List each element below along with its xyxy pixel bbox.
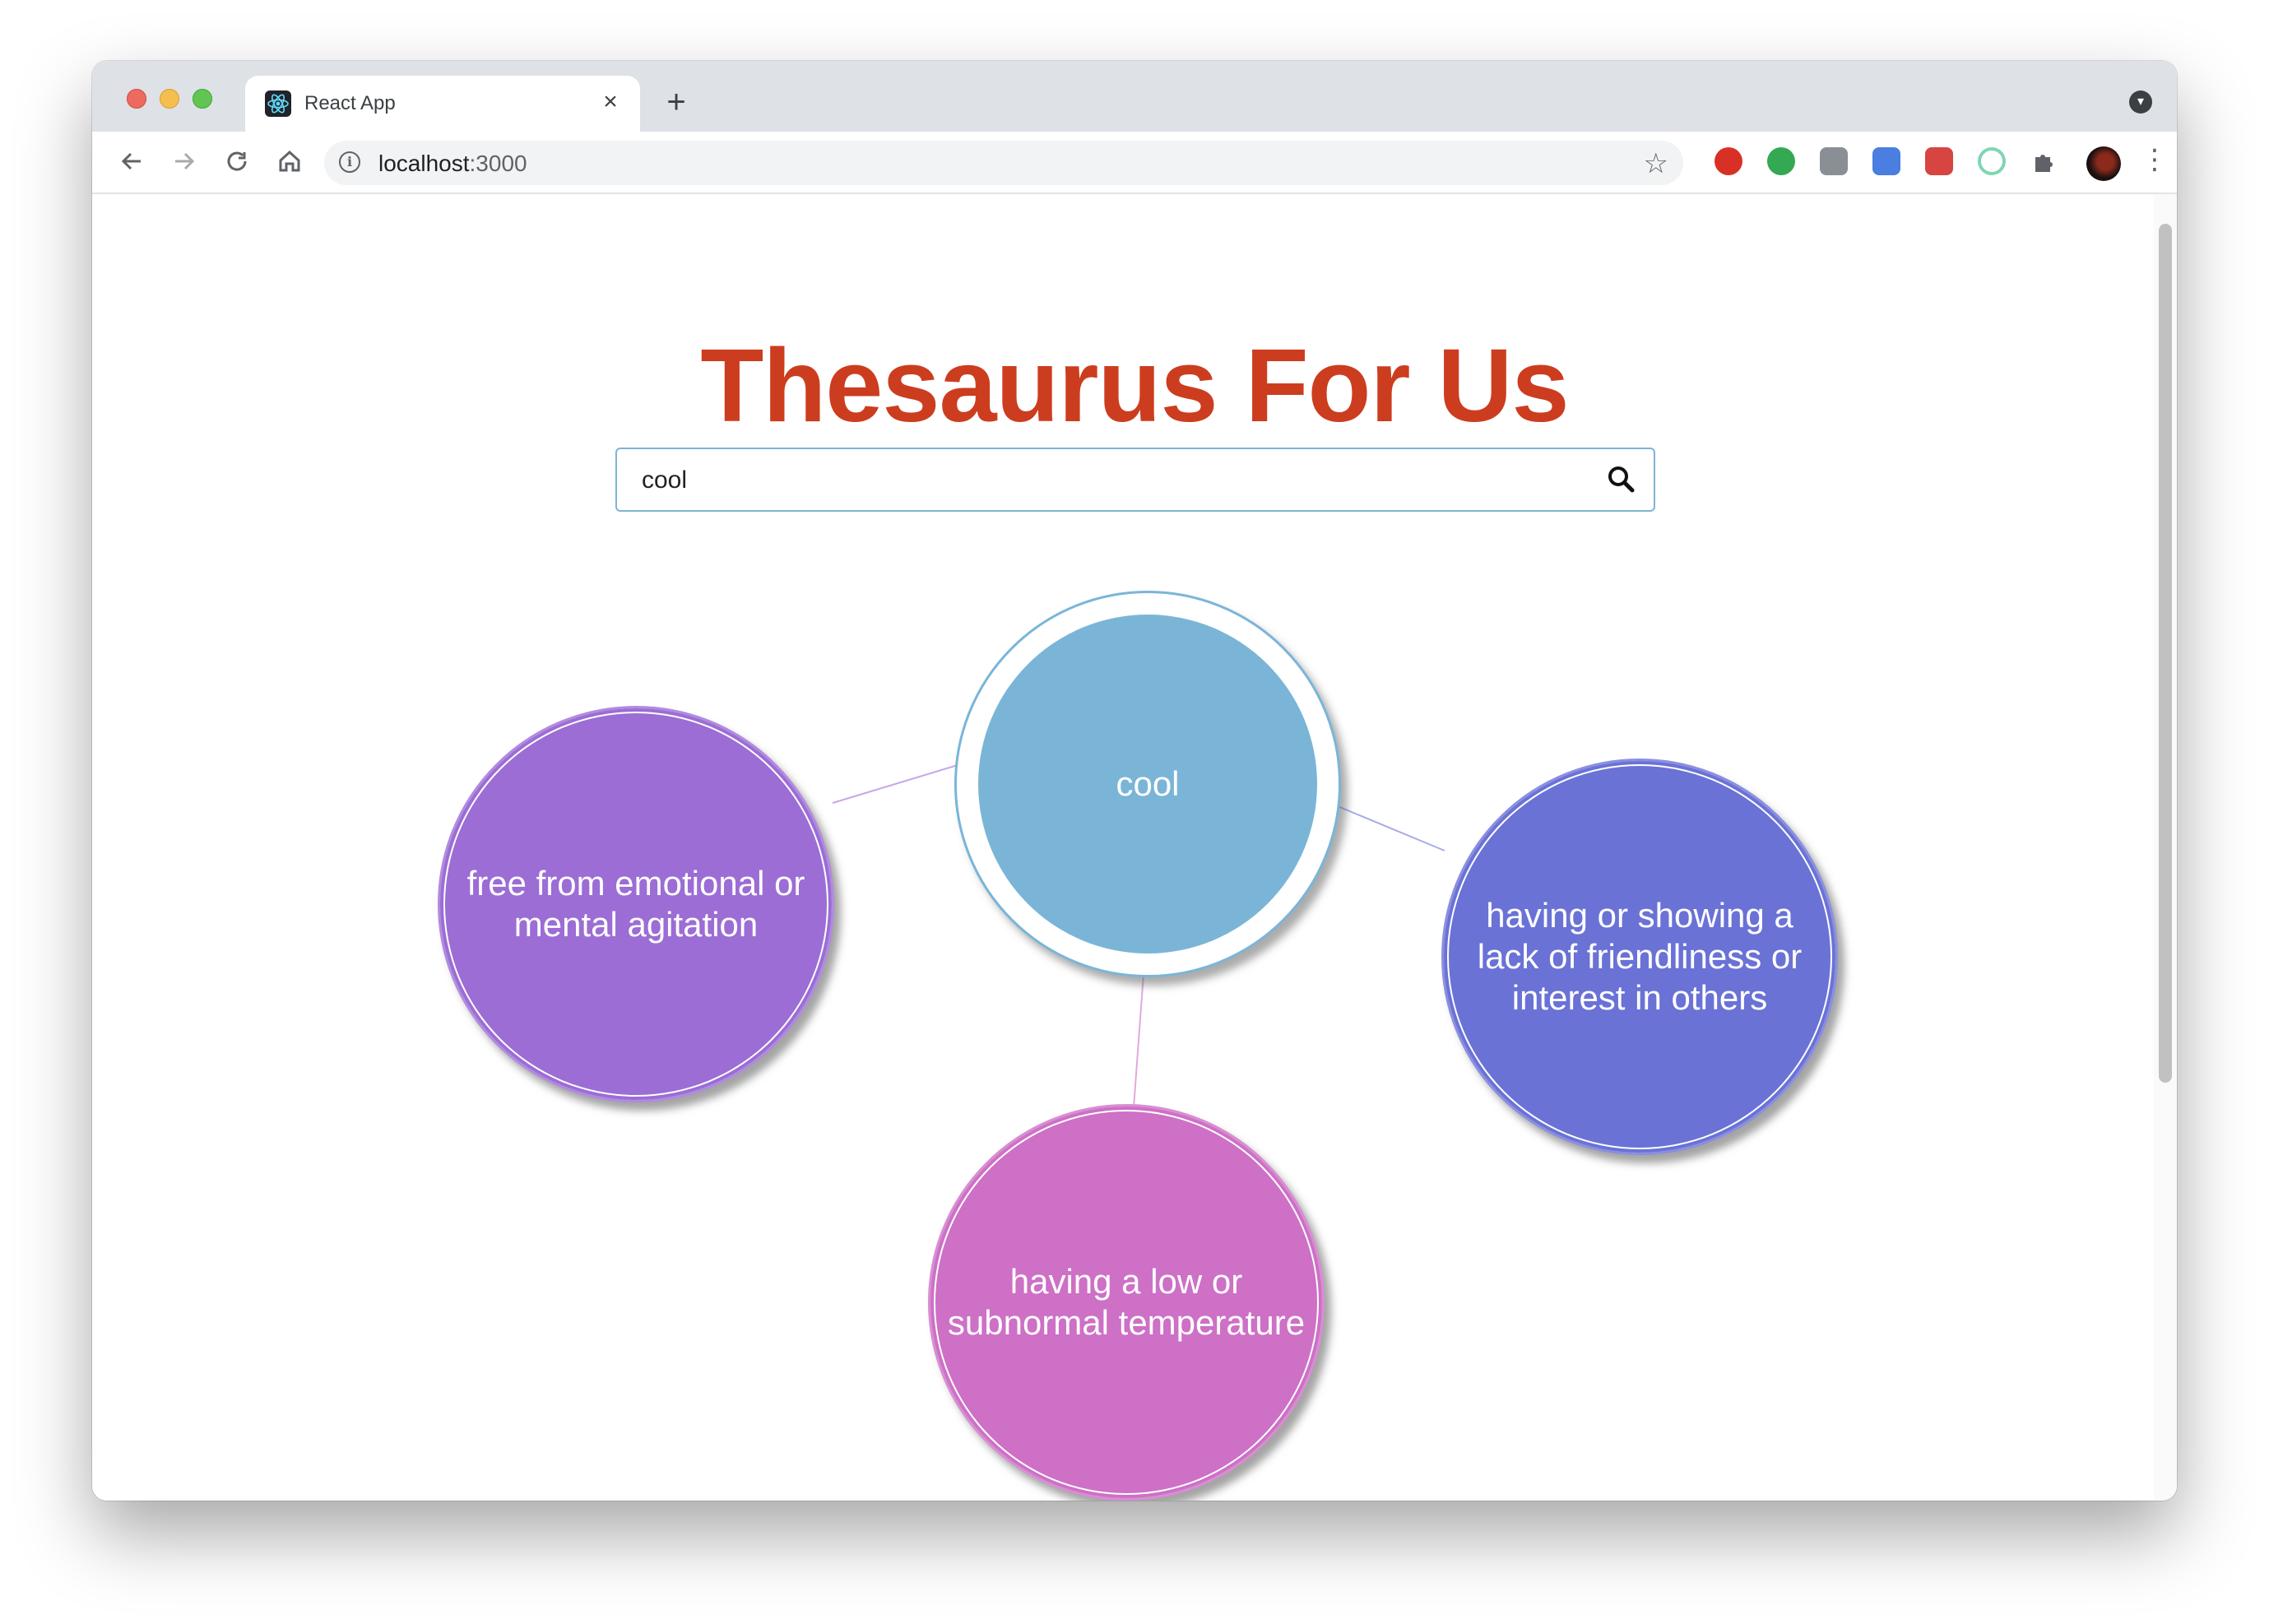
menu-dots-icon[interactable]: ⋮ [2141, 143, 2169, 176]
page-viewport: Thesaurus For Us cool free from emotiona… [92, 194, 2177, 1501]
browser-toolbar: i localhost:3000 ☆ ⋮ [92, 132, 2177, 194]
url-text: localhost:3000 [378, 151, 527, 176]
synonym-node[interactable]: having a low or subnormal temperature [928, 1104, 1325, 1501]
minimize-window-button[interactable] [160, 89, 179, 109]
star-icon[interactable]: ☆ [1644, 147, 1668, 180]
tab-close-button[interactable]: × [596, 87, 625, 117]
synonym-node[interactable]: having or showing a lack of friendliness… [1441, 759, 1838, 1155]
browser-window: React App × + ▾ i localhost:3000 ☆ ⋮ The… [92, 61, 2177, 1501]
react-favicon-icon [265, 90, 291, 117]
info-icon[interactable]: i [339, 151, 360, 173]
synonym-node[interactable]: free from emotional or mental agitation [438, 706, 834, 1102]
adblock-extension-icon[interactable] [1715, 147, 1742, 175]
close-window-button[interactable] [127, 89, 146, 109]
active-tab[interactable]: React App × [245, 76, 640, 132]
synonym-node-label: having or showing a lack of friendliness… [1477, 896, 1803, 1017]
link-center-node-1 [832, 764, 958, 804]
blue-extension-icon[interactable] [1872, 147, 1900, 175]
gray-extension-icon[interactable] [1820, 147, 1848, 175]
green-chat-extension-icon[interactable] [1767, 147, 1795, 175]
tab-strip: React App × + ▾ [92, 61, 2177, 132]
home-icon[interactable] [273, 145, 306, 178]
tab-title: React App [304, 92, 396, 114]
green-ring-extension-icon[interactable] [1978, 147, 2006, 175]
link-center-node-2 [1337, 805, 1445, 851]
new-tab-button[interactable]: + [660, 86, 693, 120]
synonym-node-label: having a low or subnormal temperature [947, 1262, 1306, 1342]
back-arrow-icon[interactable] [115, 145, 148, 178]
center-word-label: cool [1116, 764, 1180, 803]
tab-search-chevron-icon[interactable]: ▾ [2129, 90, 2152, 114]
address-bar[interactable]: i localhost:3000 ☆ [324, 141, 1683, 185]
profile-avatar[interactable] [2086, 146, 2121, 181]
forward-arrow-icon[interactable] [168, 145, 201, 178]
link-center-node-3 [1133, 973, 1144, 1108]
center-word-node[interactable]: cool [954, 591, 1341, 977]
maximize-window-button[interactable] [193, 89, 212, 109]
puzzle-icon[interactable] [2030, 147, 2058, 175]
red-extension-icon[interactable] [1925, 147, 1953, 175]
scrollbar-thumb[interactable] [2159, 224, 2172, 1083]
reload-icon[interactable] [220, 145, 253, 178]
scrollbar[interactable] [2154, 194, 2177, 1501]
synonym-node-label: free from emotional or mental agitation [466, 864, 805, 944]
